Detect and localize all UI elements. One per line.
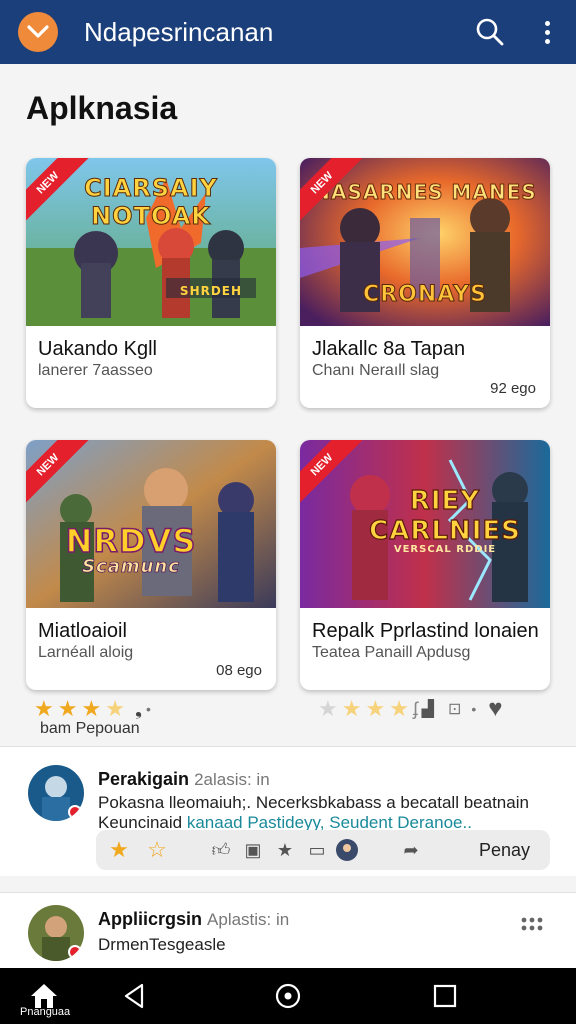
comment-icon[interactable]: ❟ xyxy=(135,699,142,720)
app-name: Miatloaioil xyxy=(38,620,127,642)
home-label: Pnanguaa xyxy=(20,1006,71,1018)
rating-label: bam Pepouan xyxy=(40,720,140,737)
heart-icon[interactable]: ♥ xyxy=(488,695,502,723)
app-card[interactable]: CIARSAIY NOTOAK SHRDEH NEW Uakando Kgll … xyxy=(26,158,276,408)
app-artwork: NASARNES MANES CRONAYS NEW xyxy=(300,158,550,326)
app-card[interactable]: NRDVS Scamunc NEW Miatloaioil Larnéall a… xyxy=(26,440,276,690)
app-subtitle: Teatea Panaill Apdusg xyxy=(312,644,471,661)
post-meta: 2alasis: in xyxy=(194,770,270,789)
post-text: DrmenTesgeasle xyxy=(98,935,226,954)
chevron-down-icon[interactable] xyxy=(18,12,58,52)
artwork-subtitle: CRONAYS xyxy=(363,282,487,308)
feed-post: Appliicrgsin Aplastis: in DrmenTesgeasle xyxy=(0,892,576,968)
share-icon[interactable]: ➦ xyxy=(398,837,424,863)
section-title: Aplknasia xyxy=(26,90,178,126)
rating-stars-secondary: ★ ★ ★ ★ ʄ ▟ ⊡ • ♥ xyxy=(318,694,503,724)
thumbs-up-icon[interactable]: 👍︎ xyxy=(208,837,234,863)
app-timestamp: 92 ego xyxy=(490,380,536,397)
main-content: Aplknasia CIARSAIY NOTOAK SHRDEH NEW Uak… xyxy=(0,64,576,968)
star-icon[interactable]: ★ xyxy=(272,837,298,863)
star-icon: ★ xyxy=(341,696,362,721)
star-icon: ★ xyxy=(81,696,102,721)
system-navigation-bar: Pnanguaa xyxy=(0,968,576,1024)
post-action-bar: ★ ☆ 👍︎ ▣ ★ ▭ ➦ Penay xyxy=(96,830,550,870)
search-icon[interactable] xyxy=(474,16,506,48)
app-subtitle: Larnéall aloig xyxy=(38,644,134,661)
post-text: Pokasna lleomaiuh;. Necerksbkabass a bec… xyxy=(98,793,529,812)
app-card[interactable]: NASARNES MANES CRONAYS NEW Jlakallc 8a T… xyxy=(300,158,550,408)
artwork-title: NRDVS xyxy=(65,521,197,561)
artwork-title: NASARNES MANES xyxy=(313,180,537,205)
app-artwork: RIEY CARLNIES VERSCAL RDDIE NEW xyxy=(300,440,550,608)
star-icon: ★ xyxy=(389,696,409,721)
app-name: Repalk Pprlastind lonaien xyxy=(312,620,539,642)
post-meta: Aplastis: in xyxy=(207,910,290,929)
more-vertical-icon[interactable] xyxy=(534,16,560,48)
star-outline-icon[interactable]: ☆ xyxy=(144,837,170,863)
avatar[interactable] xyxy=(28,905,84,961)
star-icon: ★ xyxy=(57,696,78,721)
app-bar: Ndapesrincanan xyxy=(0,0,576,64)
app-subtitle: Chanı Neraıll slag xyxy=(312,362,440,379)
more-horizontal-icon[interactable] xyxy=(520,915,544,933)
home-circle-icon[interactable] xyxy=(272,968,304,1024)
artwork-subtitle: SHRDEH xyxy=(179,284,243,298)
app-card[interactable]: RIEY CARLNIES VERSCAL RDDIE NEW Repalk P… xyxy=(300,440,550,690)
action-label[interactable]: Penay xyxy=(479,840,530,861)
star-icon[interactable]: ★ xyxy=(106,837,132,863)
app-name: Jlakallc 8a Tapan xyxy=(312,338,466,360)
star-icon: ★ xyxy=(365,696,386,721)
app-timestamp: 08 ego xyxy=(216,662,262,679)
star-icon: ★ xyxy=(318,696,338,721)
image-icon[interactable]: ⊡ xyxy=(448,699,461,719)
app-name: Uakando Kgll xyxy=(38,338,157,360)
avatar-icon[interactable] xyxy=(334,837,360,863)
artwork-title: RIEY CARLNIES xyxy=(369,485,521,546)
artwork-subtitle: Scamunc xyxy=(82,556,180,578)
chart-icon[interactable]: ▣ xyxy=(240,837,266,863)
video-icon[interactable]: ▭ xyxy=(304,837,330,863)
recents-icon[interactable] xyxy=(430,968,460,1024)
dot-icon: • xyxy=(471,701,477,717)
avatar[interactable] xyxy=(28,765,84,821)
post-author: Perakigain 2alasis: in xyxy=(98,769,270,789)
back-icon[interactable] xyxy=(118,968,150,1024)
star-icon: ★ xyxy=(105,696,125,721)
app-artwork: NRDVS Scamunc NEW xyxy=(26,440,276,608)
post-author: Appliicrgsin Aplastis: in xyxy=(98,909,290,929)
dot-icon: • xyxy=(146,701,151,717)
app-title: Ndapesrincanan xyxy=(84,17,274,47)
flag-icon[interactable]: ʄ xyxy=(413,699,418,720)
star-icon: ★ xyxy=(34,696,54,721)
app-subtitle: lanerer 7aasseo xyxy=(38,362,153,379)
app-artwork: CIARSAIY NOTOAK SHRDEH NEW xyxy=(26,158,276,326)
artwork-subtitle: VERSCAL RDDIE xyxy=(393,544,497,555)
bar-chart-icon[interactable]: ▟ xyxy=(422,699,434,719)
